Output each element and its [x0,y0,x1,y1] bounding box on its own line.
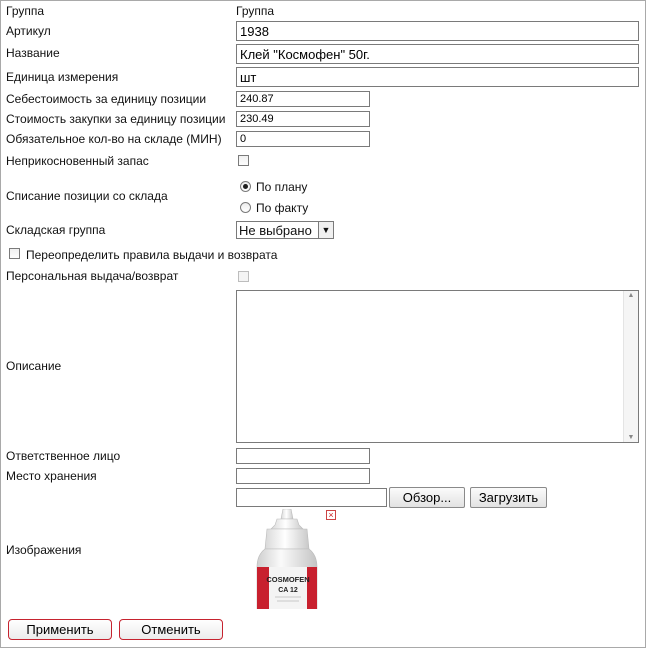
browse-button[interactable]: Обзор... [389,487,465,508]
cost-price-input[interactable] [236,91,370,107]
writeoff-by-plan-label: По плану [256,180,308,194]
warehouse-group-label: Складская группа [6,223,106,237]
warehouse-group-select[interactable]: Не выбрано ▼ [236,221,334,239]
name-label: Название [6,46,60,60]
min-stock-label: Обязательное кол-во на складе (МИН) [6,132,222,146]
scroll-up-icon[interactable]: ▲ [624,292,638,299]
responsible-input[interactable] [236,448,370,464]
storage-place-label: Место хранения [6,469,97,483]
min-stock-input[interactable] [236,131,370,147]
personal-issue-checkbox[interactable] [238,271,249,282]
article-input[interactable] [236,21,639,41]
writeoff-by-fact-label: По факту [256,201,309,215]
writeoff-by-fact-radio[interactable] [240,202,251,213]
description-textarea[interactable]: ▲ ▼ [236,290,639,443]
personal-issue-label: Персональная выдача/возврат [6,269,179,283]
warehouse-group-value: Не выбрано [239,223,312,238]
product-image: COSMOFEN CA 12 [237,509,336,609]
images-label: Изображения [6,543,82,557]
bottle-label-brand: COSMOFEN [266,575,309,584]
close-icon[interactable]: × [326,510,336,520]
cancel-button[interactable]: Отменить [119,619,223,640]
article-label: Артикул [6,24,51,38]
glue-bottle-image: COSMOFEN CA 12 [256,509,318,609]
chevron-down-icon[interactable]: ▼ [318,222,333,238]
name-input[interactable] [236,44,639,64]
unit-label: Единица измерения [6,70,119,84]
scroll-down-icon[interactable]: ▼ [624,434,638,441]
file-path-input[interactable] [236,488,387,507]
reserve-label: Неприкосновенный запас [6,154,149,168]
storage-place-input[interactable] [236,468,370,484]
description-label: Описание [6,359,62,373]
apply-button[interactable]: Применить [8,619,112,640]
cost-price-label: Себестоимость за единицу позиции [6,92,207,106]
group-label: Группа [6,4,45,18]
group-value: Группа [236,4,275,18]
responsible-label: Ответственное лицо [6,449,121,463]
bottle-label-model: CA 12 [278,587,298,594]
purchase-price-input[interactable] [236,111,370,127]
writeoff-by-plan-radio[interactable] [240,181,251,192]
unit-input[interactable] [236,67,639,87]
upload-button[interactable]: Загрузить [470,487,547,508]
purchase-price-label: Стоимость закупки за единицу позиции [6,112,226,126]
override-rules-label: Переопределить правила выдачи и возврата [26,248,278,262]
writeoff-label: Списание позиции со склада [6,189,168,203]
override-rules-checkbox[interactable] [9,248,20,259]
reserve-checkbox[interactable] [238,155,249,166]
description-scrollbar[interactable]: ▲ ▼ [623,291,638,442]
